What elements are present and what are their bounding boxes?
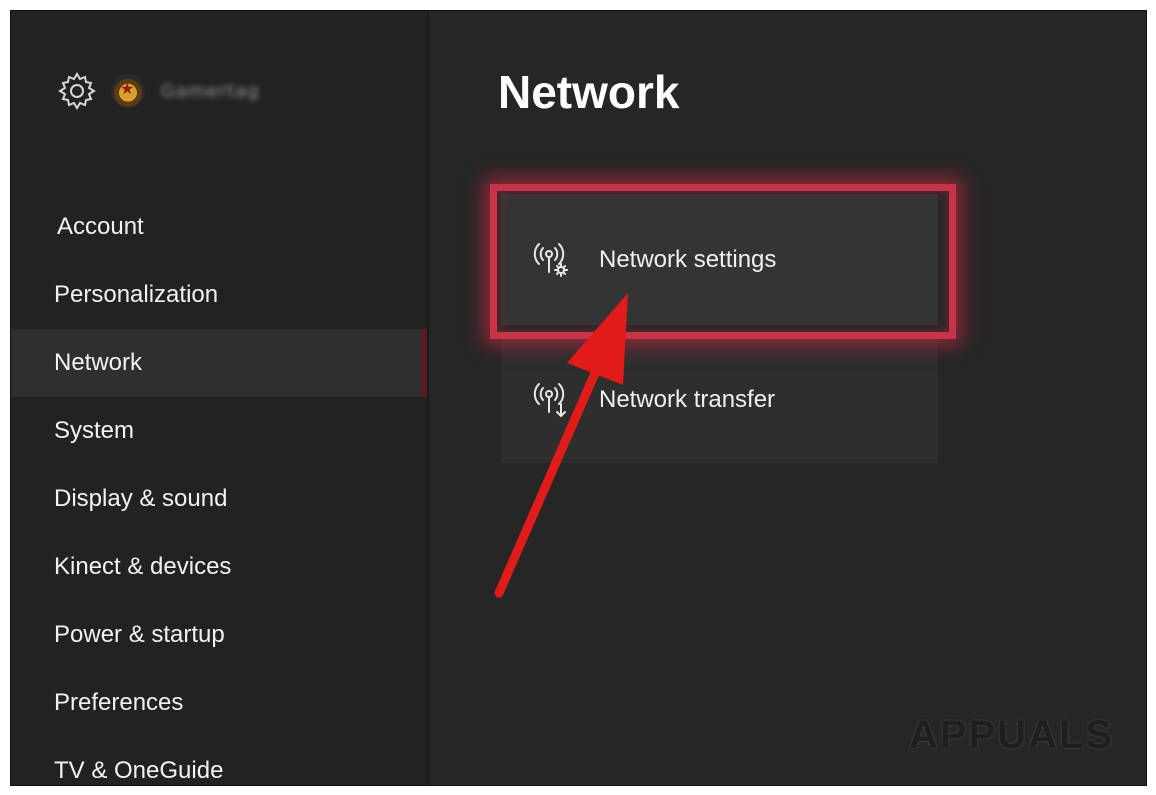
sidebar-item-system[interactable]: System [11, 397, 427, 465]
sidebar-item-tv-oneguide[interactable]: TV & OneGuide [11, 737, 427, 785]
page-title: Network [498, 66, 680, 118]
gamertag: Gamertag [161, 80, 260, 102]
settings-gear-icon [58, 72, 96, 110]
sidebar-item-account[interactable]: Account [11, 193, 427, 261]
network-settings-icon [533, 242, 568, 277]
network-settings-label: Network settings [599, 245, 777, 273]
appuals-watermark: APPUALS [909, 713, 1115, 757]
network-transfer-label: Network transfer [599, 386, 776, 413]
profile-header: Gamertag [57, 71, 260, 111]
avatar[interactable] [111, 74, 145, 108]
sidebar-item-power-startup[interactable]: Power & startup [11, 601, 427, 669]
sidebar-item-preferences[interactable]: Preferences [11, 669, 427, 737]
settings-window: Gamertag Account Personalization Network… [10, 10, 1147, 786]
sidebar-nav: Account Personalization Network System D… [11, 193, 427, 785]
sidebar-item-display-sound[interactable]: Display & sound [11, 465, 427, 533]
sidebar-item-kinect-devices[interactable]: Kinect & devices [11, 533, 427, 601]
sidebar-item-network[interactable]: Network [11, 329, 427, 397]
network-settings-tile[interactable]: Network settings [501, 194, 938, 325]
sidebar-item-personalization[interactable]: Personalization [11, 261, 427, 329]
network-transfer-icon [533, 383, 566, 418]
sidebar: Gamertag Account Personalization Network… [11, 11, 429, 785]
network-transfer-tile[interactable]: Network transfer [501, 337, 938, 463]
